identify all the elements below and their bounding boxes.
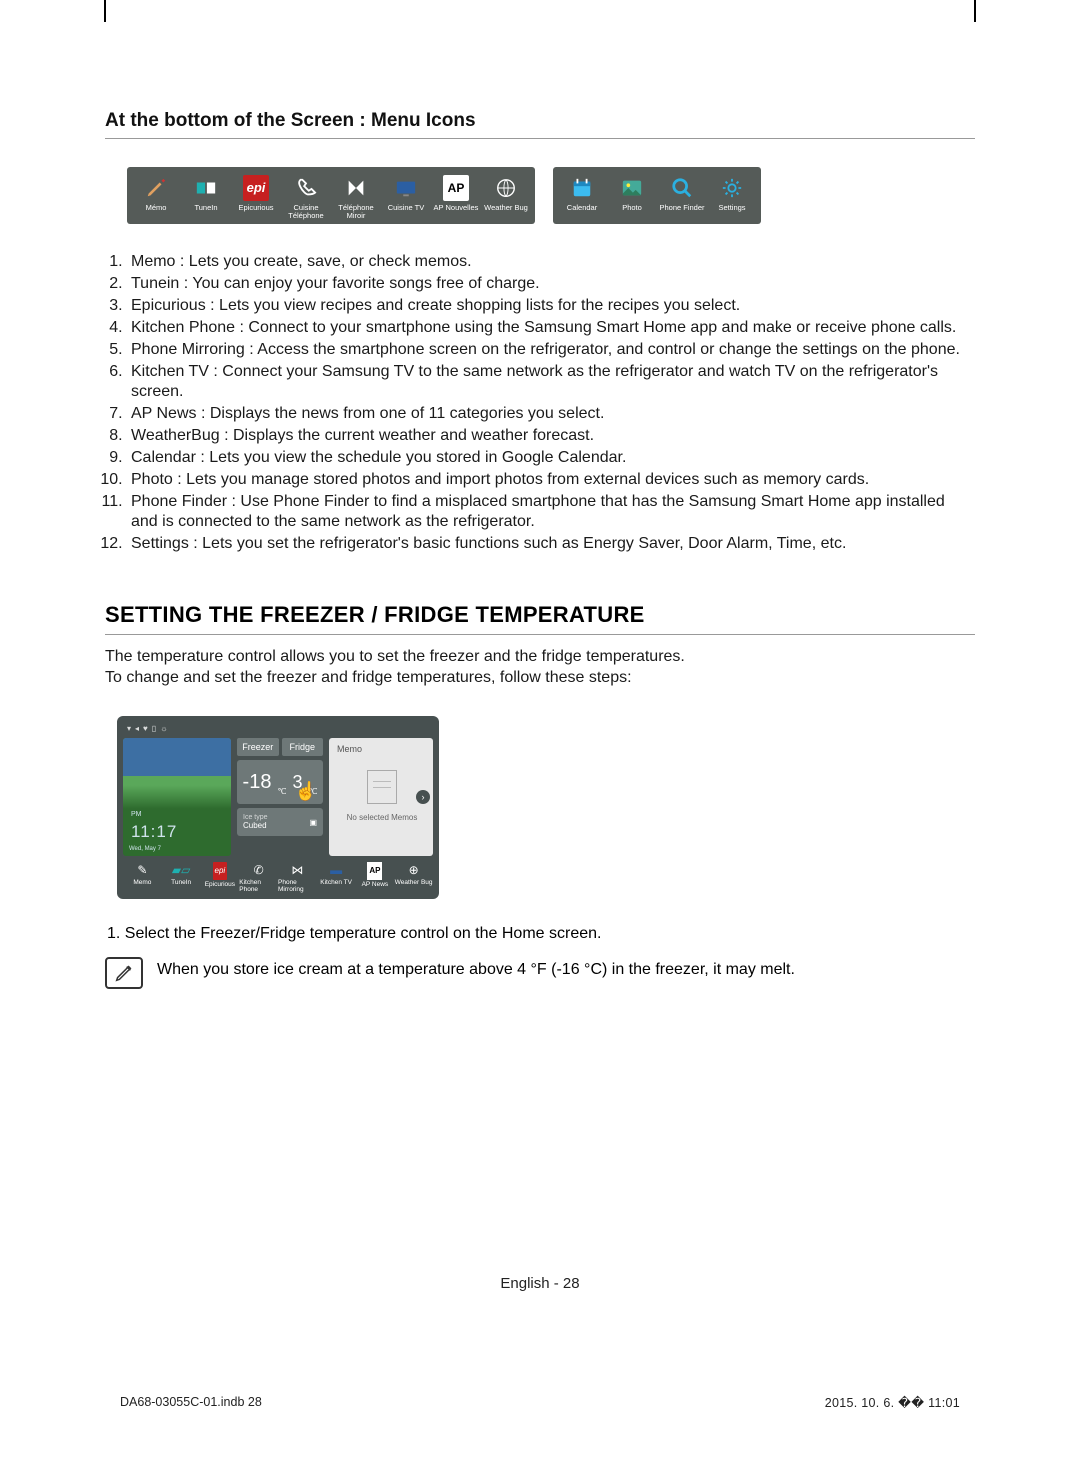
memo-title: Memo	[337, 744, 427, 754]
icon-label: Cuisine TV	[388, 204, 425, 212]
note-text: When you store ice cream at a temperatur…	[157, 957, 795, 981]
intro-text: The temperature control allows you to se…	[105, 647, 975, 689]
footer-timestamp: 2015. 10. 6. �� 11:01	[825, 1395, 960, 1410]
icon-label: Phone Finder	[659, 204, 704, 212]
step-1: 1. Select the Freezer/Fridge temperature…	[107, 925, 975, 943]
photo-icon	[619, 175, 645, 201]
status-bar: ▾ ◂ ♥ ▯ ☼	[123, 722, 433, 734]
list-item: WeatherBug : Displays the current weathe…	[127, 426, 975, 446]
icon-settings: Settings	[707, 175, 757, 220]
freezer-tab: Freezer	[237, 738, 279, 756]
list-item: Phone Mirroring : Access the smartphone …	[127, 340, 975, 360]
menu-icon-bars: Mémo TuneIn epi Epicurious Cuisine Télép…	[127, 167, 975, 224]
footer-file: DA68-03055C-01.indb 28	[120, 1395, 262, 1410]
status-icon: ☼	[160, 724, 167, 733]
temperature-widget: Freezer Fridge -18℃ 3℃ ☝ Ice type Cubed …	[237, 738, 323, 856]
list-item: Calendar : Lets you view the schedule yo…	[127, 448, 975, 468]
icon-descriptions: Memo : Lets you create, save, or check m…	[105, 252, 975, 554]
mock-icon-dock: ✎Memo ▰▱TuneIn epiEpicurious ✆Kitchen Ph…	[123, 862, 433, 893]
clock: 11:17	[131, 822, 177, 842]
section-subheading: At the bottom of the Screen : Menu Icons	[105, 110, 975, 139]
touch-hand-icon: ☝	[295, 781, 317, 802]
icon-label: TuneIn	[194, 204, 217, 212]
list-item: Photo : Lets you manage stored photos an…	[127, 470, 975, 490]
icon-weatherbug: Weather Bug	[481, 175, 531, 220]
icon-phone-finder: Phone Finder	[657, 175, 707, 220]
icon-memo: Mémo	[131, 175, 181, 220]
icon-label: Weather Bug	[484, 204, 528, 212]
tv-icon	[393, 175, 419, 201]
weather-widget: PM 11:17 Wed, May 7	[123, 738, 231, 856]
bowtie-icon: ⋈	[291, 862, 303, 878]
bowtie-icon	[343, 175, 369, 201]
gear-icon	[719, 175, 745, 201]
icon-photo: Photo	[607, 175, 657, 220]
icon-ap-news: AP AP Nouvelles	[431, 175, 481, 220]
page-footer-center: English - 28	[0, 1275, 1080, 1292]
day-label: PM	[131, 811, 142, 818]
crop-marks	[0, 0, 1080, 22]
list-item: Phone Finder : Use Phone Finder to find …	[127, 492, 975, 532]
magnifier-icon	[669, 175, 695, 201]
status-icon: ♥	[143, 724, 148, 733]
pencil-icon	[143, 175, 169, 201]
icon-kitchen-tv: Cuisine TV	[381, 175, 431, 220]
icon-label: Epicurious	[238, 204, 273, 212]
note-icon	[105, 957, 143, 989]
tv-icon: ▬	[330, 862, 342, 878]
globe-icon	[493, 175, 519, 201]
icon-tunein: TuneIn	[181, 175, 231, 220]
print-footer: DA68-03055C-01.indb 28 2015. 10. 6. �� 1…	[120, 1395, 960, 1410]
wifi-icon: ▾	[127, 724, 131, 733]
fridge-tab: Fridge	[282, 738, 324, 756]
epicurious-icon: epi	[213, 862, 228, 880]
icon-bar-secondary: Calendar Photo Phone Finder Settings	[553, 167, 761, 224]
icon-phone-mirroring: Téléphone Miroir	[331, 175, 381, 220]
manual-page: At the bottom of the Screen : Menu Icons…	[0, 0, 1080, 1472]
sound-icon: ◂	[135, 724, 139, 733]
list-item: Kitchen Phone : Connect to your smartpho…	[127, 318, 975, 338]
icon-bar-main: Mémo TuneIn epi Epicurious Cuisine Télép…	[127, 167, 535, 224]
calendar-icon	[569, 175, 595, 201]
note-callout: When you store ice cream at a temperatur…	[105, 957, 975, 989]
memo-empty-text: No selected Memos	[337, 814, 427, 823]
list-item: Settings : Lets you set the refrigerator…	[127, 534, 975, 554]
icon-epicurious: epi Epicurious	[231, 175, 281, 220]
pencil-icon: ✎	[137, 862, 147, 878]
document-icon	[367, 770, 397, 804]
list-item: Kitchen TV : Connect your Samsung TV to …	[127, 362, 975, 402]
temperature-display: -18℃ 3℃ ☝	[237, 760, 323, 804]
icon-label: Settings	[718, 204, 745, 212]
phone-icon	[293, 175, 319, 201]
fridge-screen-mock: ▾ ◂ ♥ ▯ ☼ PM 11:17 Wed, May 7 Freezer Fr…	[117, 716, 439, 899]
freezer-temp: -18	[243, 771, 272, 794]
list-item: AP News : Displays the news from one of …	[127, 404, 975, 424]
memo-widget: Memo No selected Memos ›	[329, 738, 433, 856]
date-label: Wed, May 7	[129, 846, 161, 852]
list-item: Memo : Lets you create, save, or check m…	[127, 252, 975, 272]
icon-label: Cuisine Téléphone	[281, 204, 331, 220]
chevron-right-icon: ›	[416, 790, 430, 804]
icon-calendar: Calendar	[557, 175, 607, 220]
icon-label: Mémo	[146, 204, 167, 212]
icon-label: Calendar	[567, 204, 597, 212]
epicurious-icon: epi	[243, 175, 269, 201]
ice-type-box: Ice type Cubed ▣	[237, 808, 323, 836]
tunein-icon: ▰▱	[172, 862, 190, 878]
phone-icon: ✆	[254, 862, 264, 878]
icon-label: Photo	[622, 204, 642, 212]
status-icon: ▯	[152, 724, 156, 733]
icon-label: Téléphone Miroir	[331, 204, 381, 220]
icon-label: AP Nouvelles	[434, 204, 479, 212]
globe-icon: ⊕	[409, 862, 419, 878]
tunein-icon	[193, 175, 219, 201]
section-heading: SETTING THE FREEZER / FRIDGE TEMPERATURE	[105, 602, 975, 635]
ap-news-icon: AP	[443, 175, 469, 201]
ap-news-icon: AP	[367, 862, 382, 880]
list-item: Epicurious : Lets you view recipes and c…	[127, 296, 975, 316]
list-item: Tunein : You can enjoy your favorite son…	[127, 274, 975, 294]
icon-kitchen-phone: Cuisine Téléphone	[281, 175, 331, 220]
cube-icon: ▣	[309, 818, 317, 827]
